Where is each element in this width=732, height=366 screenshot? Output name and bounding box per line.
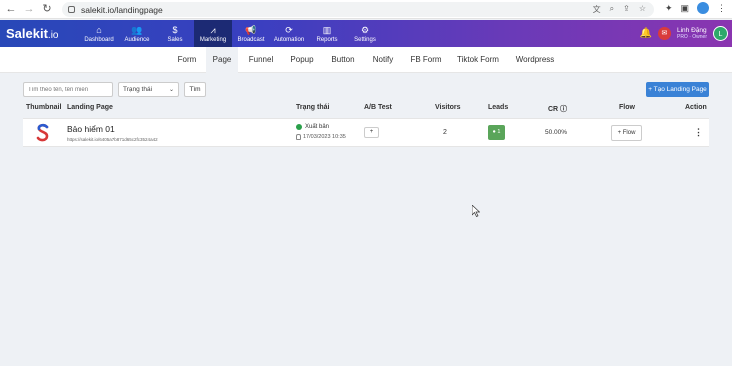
row-action-menu-icon[interactable]: ⋮ (694, 127, 703, 138)
col-ab-test: A/B Test (364, 104, 392, 111)
sub-tabs: Form Page Funnel Popup Button Notify FB … (0, 47, 732, 73)
share-icon[interactable]: ⇪ (623, 4, 630, 15)
tab-button[interactable]: Button (324, 47, 362, 73)
app-header: Salekit.io ⌂ Dashboard 👥 Audience $ Sales ⩘… (0, 20, 732, 47)
col-status: Trạng thái (296, 104, 330, 111)
refresh-icon: ⟳ (285, 24, 293, 35)
thumbnail-logo-icon (36, 123, 49, 142)
browser-toolbar: ← → ↻ salekit.io/landingpage 文 ⌕ ⇪ ☆ ✦ ▣… (0, 0, 732, 19)
megaphone-icon: 📢 (245, 24, 257, 35)
tab-fb-form[interactable]: FB Form (404, 47, 448, 73)
tab-wordpress[interactable]: Wordpress (508, 47, 562, 73)
user-menu[interactable]: Linh Đặng PRO · Owner (677, 27, 707, 41)
col-visitors: Visitors (435, 104, 461, 111)
bar-chart-icon: ▥ (322, 24, 332, 35)
user-icon (296, 134, 301, 140)
page-name[interactable]: Bảo hiểm 01 (67, 124, 115, 134)
menu-icon[interactable]: ⋮ (717, 3, 726, 14)
person-icon: ● (492, 129, 496, 135)
published-dot-icon (296, 124, 302, 130)
zoom-icon[interactable]: ⌕ (610, 4, 614, 15)
status-badge: Xuất bản (296, 124, 329, 130)
address-bar[interactable]: salekit.io/landingpage 文 ⌕ ⇪ ☆ (62, 2, 654, 17)
url-text: salekit.io/landingpage (81, 4, 163, 15)
page-url[interactable]: https://salekit.io/6405a7b871d65c2fc3524… (67, 137, 158, 142)
translate-icon[interactable]: 文 (593, 4, 601, 15)
tab-page[interactable]: Page (206, 47, 238, 73)
nav-broadcast[interactable]: 📢 Broadcast (232, 20, 270, 47)
create-landing-page-button[interactable]: + Tạo Landing Page (646, 82, 709, 97)
sidebar-icon[interactable]: ▣ (680, 3, 689, 14)
reload-icon[interactable]: ↻ (40, 0, 54, 19)
nav-marketing[interactable]: ⩘ Marketing (194, 20, 232, 47)
add-flow-button[interactable]: + Flow (611, 125, 642, 141)
chevron-down-icon: ⌄ (168, 87, 174, 93)
col-cr: CR ⓘ (548, 106, 568, 113)
chart-icon: ⩘ (210, 24, 216, 35)
lock-icon (68, 6, 75, 13)
profile-icon[interactable] (697, 2, 709, 14)
nav-settings[interactable]: ⚙ Settings (346, 20, 384, 47)
col-landing-page: Landing Page (67, 104, 113, 111)
avatar[interactable]: L (713, 26, 728, 41)
leads-button[interactable]: ● 1 (488, 125, 505, 140)
status-select[interactable]: Trạng thái ⌄ (118, 82, 179, 97)
tab-funnel[interactable]: Funnel (242, 47, 280, 73)
col-thumbnail: Thumbnail (26, 104, 62, 111)
nav-automation[interactable]: ⟳ Automation (270, 20, 308, 47)
search-input[interactable] (23, 82, 113, 97)
back-icon[interactable]: ← (4, 0, 18, 19)
extensions-icon[interactable]: ✦ (665, 3, 673, 14)
col-action: Action (685, 104, 707, 111)
mouse-cursor-icon (472, 205, 480, 217)
star-icon[interactable]: ☆ (639, 4, 646, 15)
home-icon: ⌂ (96, 24, 102, 35)
gear-icon: ⚙ (360, 24, 370, 35)
tab-tiktok-form[interactable]: Tiktok Form (452, 47, 504, 73)
forward-icon[interactable]: → (22, 0, 36, 19)
tab-popup[interactable]: Popup (284, 47, 320, 73)
visitors-count: 2 (443, 129, 447, 136)
col-leads: Leads (488, 104, 509, 111)
nav-sales[interactable]: $ Sales (156, 20, 194, 47)
col-flow: Flow (619, 104, 635, 111)
tab-notify[interactable]: Notify (366, 47, 400, 73)
tab-form[interactable]: Form (170, 47, 204, 73)
nav-reports[interactable]: ▥ Reports (308, 20, 346, 47)
users-icon: 👥 (131, 24, 143, 35)
bell-icon[interactable]: 🔔 (640, 28, 652, 39)
mail-icon[interactable]: ✉ (657, 27, 671, 40)
dollar-icon: $ (172, 24, 178, 35)
status-date: 17/03/2023 10:35 (296, 134, 346, 140)
conversion-rate: 50.00% (545, 129, 568, 136)
add-ab-test-button[interactable]: + (364, 127, 379, 138)
nav-dashboard[interactable]: ⌂ Dashboard (80, 20, 118, 47)
logo[interactable]: Salekit.io (0, 20, 80, 47)
find-button[interactable]: Tìm (184, 82, 206, 97)
nav-audience[interactable]: 👥 Audience (118, 20, 156, 47)
table-row: Bảo hiểm 01 https://salekit.io/6405a7b87… (23, 118, 709, 147)
